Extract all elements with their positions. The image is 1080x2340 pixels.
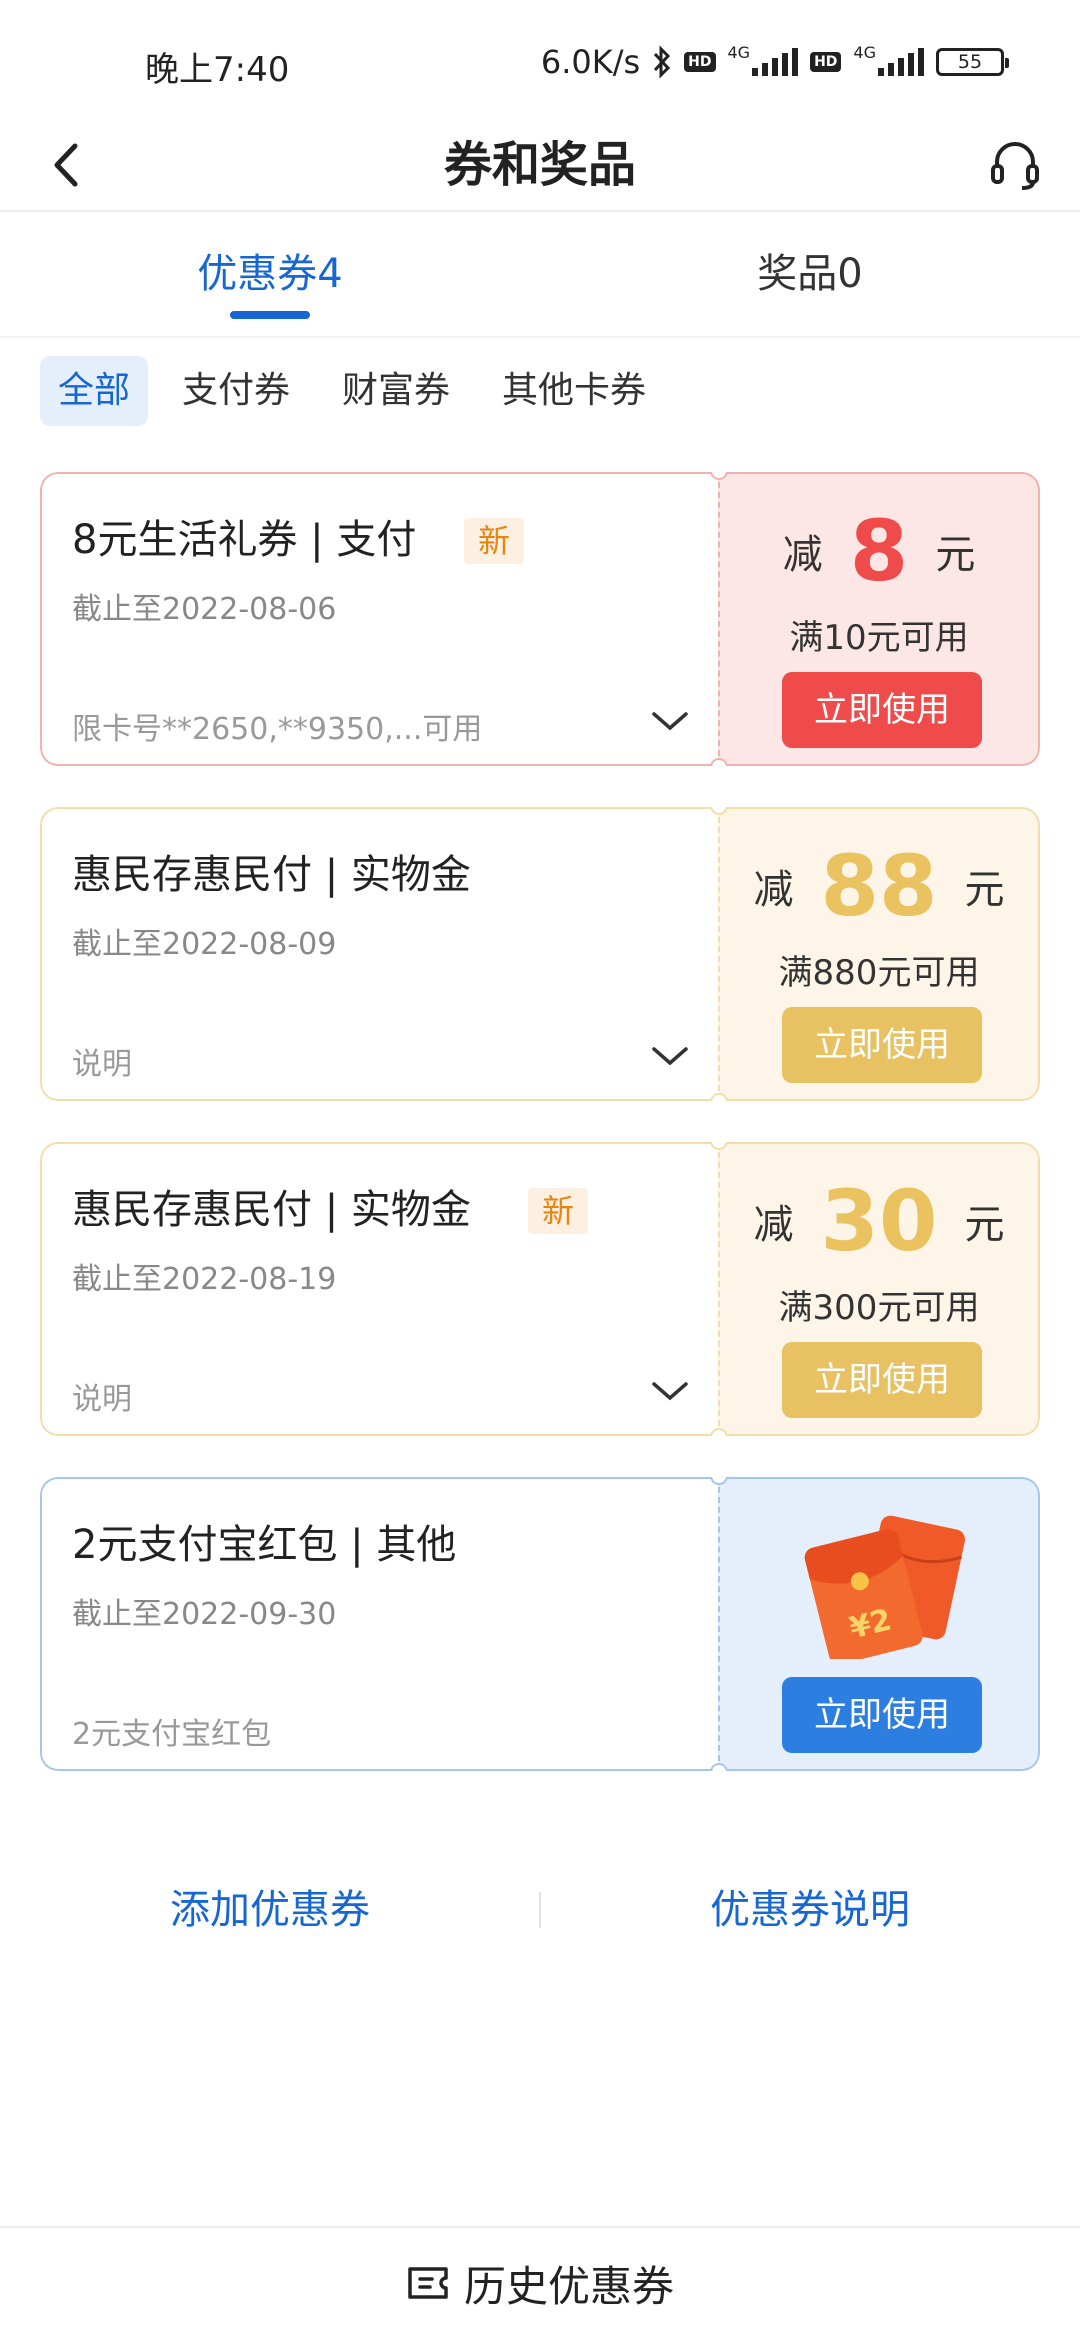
coupon-links: 添加优惠券 优惠券说明: [0, 1870, 1080, 1950]
coupon-title: 惠民存惠民付 | 实物金: [72, 1187, 471, 1233]
coupon-condition: 满300元可用: [778, 1288, 980, 1328]
coupon-value: ¥2 立即使用: [718, 1477, 1040, 1771]
amount-prefix: 减: [753, 867, 794, 913]
coupon-title: 8元生活礼券 | 支付: [72, 517, 417, 563]
chevron-down-icon[interactable]: [650, 1041, 690, 1071]
amount-prefix: 减: [782, 532, 823, 578]
tab-active-indicator: [230, 311, 310, 319]
coupon-amount: 30: [820, 1172, 938, 1270]
history-coupons-button[interactable]: 历史优惠券: [0, 2248, 1080, 2318]
add-coupon-link[interactable]: 添加优惠券: [70, 1870, 470, 1950]
coupon-value: 减 8 元 满10元可用 立即使用: [718, 472, 1040, 766]
amount-prefix: 减: [753, 1202, 794, 1248]
signal-icon: [752, 48, 799, 76]
coupon-title: 2元支付宝红包 | 其他: [72, 1522, 457, 1568]
hd-badge: HD: [684, 52, 716, 72]
tab-prizes[interactable]: 奖品0: [660, 244, 960, 304]
amount-unit: 元: [935, 532, 976, 578]
new-badge: 新: [464, 518, 525, 564]
coupon-info: 惠民存惠民付 | 实物金 截止至2022-08-09 说明: [40, 807, 718, 1101]
bluetooth-icon: [654, 45, 671, 79]
signal-icon-2: [878, 48, 924, 76]
chevron-down-icon[interactable]: [650, 706, 690, 736]
filter-chips: 全部 支付券 财富券 其他卡券: [40, 356, 664, 426]
page-title: 券和奖品: [443, 137, 636, 193]
tab-bar: 优惠券4 奖品0: [0, 214, 1080, 338]
hd-badge-2: HD: [810, 52, 842, 72]
coupon-info: 2元支付宝红包 | 其他 截止至2022-09-30 2元支付宝红包: [40, 1477, 718, 1771]
status-time: 晚上7:40: [145, 50, 290, 90]
coupon-amount: 8: [849, 502, 909, 600]
coupon-value: 减 88 元 满880元可用 立即使用: [718, 807, 1040, 1101]
status-indicators: 6.0K/s HD 4G HD 4G 55: [540, 42, 1009, 82]
coupon-note: 说明: [72, 1382, 132, 1417]
use-now-button[interactable]: 立即使用: [782, 1677, 982, 1753]
use-now-button[interactable]: 立即使用: [782, 1007, 982, 1083]
coupon-value: 减 30 元 满300元可用 立即使用: [718, 1142, 1040, 1436]
network-type-2: 4G: [853, 42, 876, 62]
coupon-title: 惠民存惠民付 | 实物金: [72, 852, 471, 898]
coupon-note: 说明: [72, 1047, 132, 1082]
coupon-expiry: 截止至2022-08-19: [72, 1262, 337, 1297]
customer-service-button[interactable]: [980, 130, 1050, 200]
coupon-info: 惠民存惠民付 | 实物金 新 截止至2022-08-19 说明: [40, 1142, 718, 1436]
app-header: 券和奖品: [0, 120, 1080, 212]
coupon-condition: 满10元可用: [789, 618, 969, 658]
coupon-amount-row: 减 30 元: [720, 1172, 1038, 1270]
tab-coupons[interactable]: 优惠券4: [120, 244, 420, 304]
coupon-card[interactable]: 8元生活礼券 | 支付 新 截止至2022-08-06 限卡号**2650,**…: [40, 472, 1040, 766]
coupon-amount-row: 减 8 元: [720, 502, 1038, 600]
footer-bar: 历史优惠券: [0, 2226, 1080, 2340]
coupon-explain-link[interactable]: 优惠券说明: [610, 1870, 1010, 1950]
battery-icon: 55: [936, 48, 1009, 76]
coupon-note: 限卡号**2650,**9350,...可用: [72, 712, 483, 747]
coupon-condition: 满880元可用: [778, 953, 980, 993]
network-type: 4G: [727, 42, 751, 62]
filter-wealth[interactable]: 财富券: [324, 356, 468, 426]
status-bar: 晚上7:40 6.0K/s HD 4G HD 4G 55: [0, 0, 1080, 120]
use-now-button[interactable]: 立即使用: [782, 1342, 982, 1418]
headset-icon: [991, 142, 1039, 190]
ticket-icon: [408, 2267, 448, 2299]
coupon-card[interactable]: 惠民存惠民付 | 实物金 截止至2022-08-09 说明 减 88 元 满88…: [40, 807, 1040, 1101]
filter-payment[interactable]: 支付券: [164, 356, 308, 426]
divider: [539, 1892, 541, 1928]
network-speed: 6.0K/s: [540, 43, 641, 81]
coupon-info: 8元生活礼券 | 支付 新 截止至2022-08-06 限卡号**2650,**…: [40, 472, 718, 766]
history-label: 历史优惠券: [463, 2261, 674, 2311]
amount-unit: 元: [964, 1202, 1005, 1248]
chevron-down-icon[interactable]: [650, 1376, 690, 1406]
new-badge: 新: [528, 1188, 589, 1234]
amount-unit: 元: [964, 867, 1005, 913]
coupon-expiry: 截止至2022-09-30: [72, 1597, 337, 1632]
use-now-button[interactable]: 立即使用: [782, 672, 982, 748]
coupon-expiry: 截止至2022-08-09: [72, 927, 337, 962]
coupon-card[interactable]: 2元支付宝红包 | 其他 截止至2022-09-30 2元支付宝红包 ¥2 立即…: [40, 1477, 1040, 1771]
coupon-expiry: 截止至2022-08-06: [72, 592, 337, 627]
red-envelope-icon: ¥2: [804, 1515, 965, 1659]
coupon-note: 2元支付宝红包: [72, 1717, 272, 1752]
coupon-card[interactable]: 惠民存惠民付 | 实物金 新 截止至2022-08-19 说明 减 30 元 满…: [40, 1142, 1040, 1436]
coupon-amount-row: 减 88 元: [720, 837, 1038, 935]
filter-all[interactable]: 全部: [40, 356, 149, 426]
coupon-amount: 88: [820, 837, 938, 935]
filter-other-cards[interactable]: 其他卡券: [484, 356, 664, 426]
